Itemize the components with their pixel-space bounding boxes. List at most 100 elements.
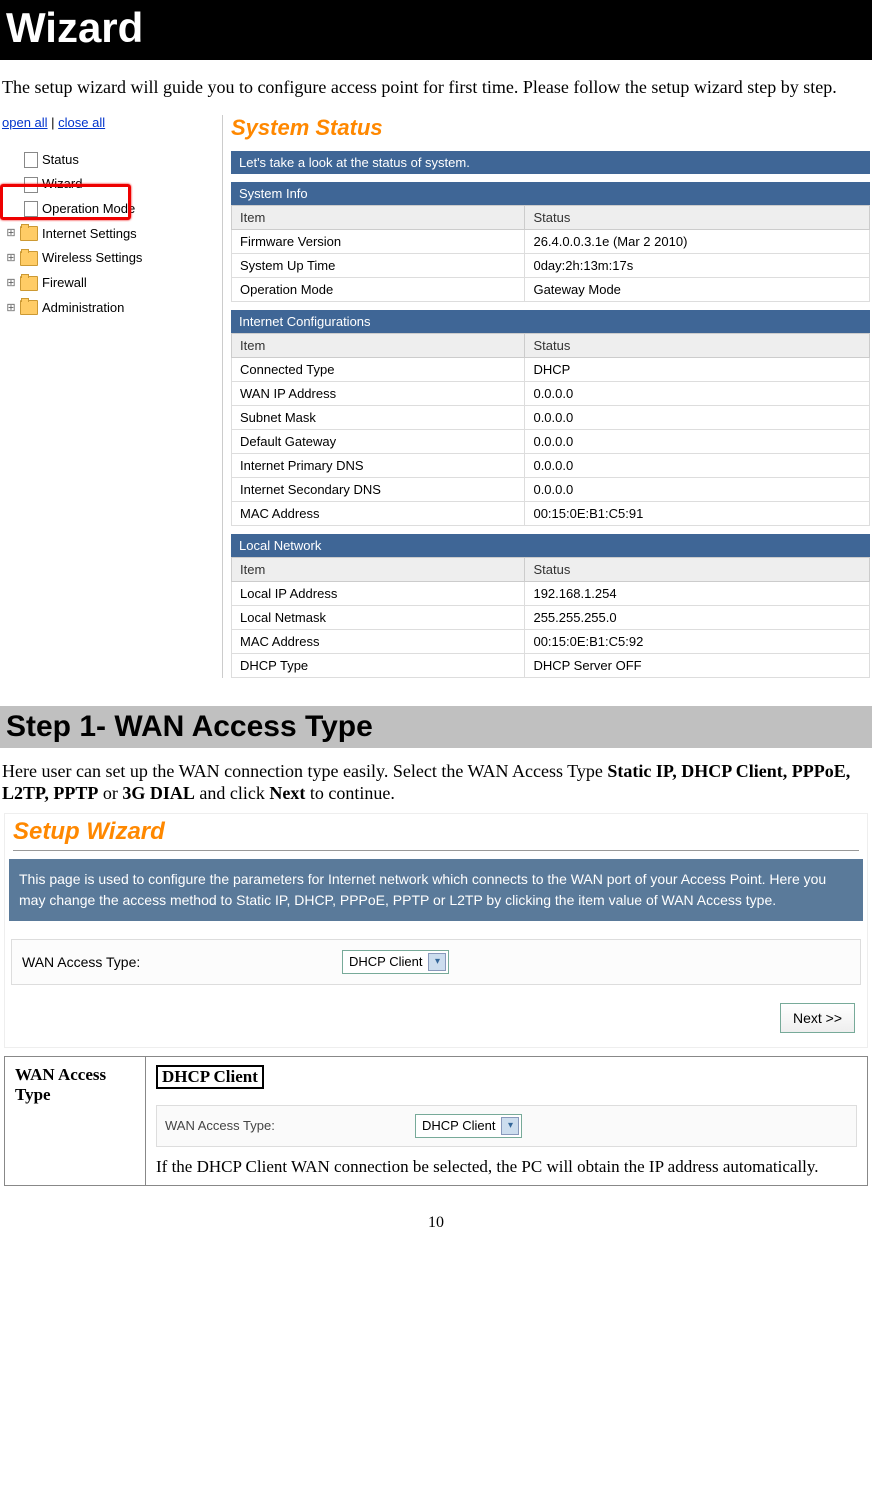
tree-firewall[interactable]: Firewall: [42, 271, 87, 296]
cell: DHCP Server OFF: [525, 653, 870, 677]
definition-table: WAN Access Type DHCP Client WAN Access T…: [4, 1056, 868, 1186]
table-row: Firmware Version26.4.0.0.3.1e (Mar 2 201…: [232, 229, 870, 253]
wizard-banner: This page is used to configure the param…: [9, 859, 863, 921]
folder-icon: [20, 276, 38, 291]
expand-icon[interactable]: ⊞: [2, 298, 20, 319]
expand-icon[interactable]: ⊞: [2, 273, 20, 294]
def-left: WAN Access Type: [5, 1056, 146, 1185]
def-inner-form: WAN Access Type: DHCP Client▾: [156, 1105, 857, 1147]
cell: 0.0.0.0: [525, 405, 870, 429]
wan-access-row: WAN Access Type: DHCP Client▾: [11, 939, 861, 985]
cell: 192.168.1.254: [525, 581, 870, 605]
close-all-link[interactable]: close all: [58, 115, 105, 130]
col-header: Status: [525, 557, 870, 581]
cell: 255.255.255.0: [525, 605, 870, 629]
cell: Local Netmask: [232, 605, 525, 629]
table-row: System Up Time0day:2h:13m:17s: [232, 253, 870, 277]
def-form-select[interactable]: DHCP Client▾: [415, 1114, 522, 1138]
status-table: ItemStatusConnected TypeDHCPWAN IP Addre…: [231, 333, 870, 526]
wan-select[interactable]: DHCP Client▾: [342, 950, 449, 974]
page-icon: [24, 177, 38, 193]
tree-admin[interactable]: Administration: [42, 296, 124, 321]
folder-icon: [20, 251, 38, 266]
page-icon: [24, 152, 38, 168]
status-sub: Let's take a look at the status of syste…: [231, 151, 870, 174]
cell: MAC Address: [232, 501, 525, 525]
section-header: Local Network: [231, 534, 870, 557]
cell: Subnet Mask: [232, 405, 525, 429]
cell: DHCP: [525, 357, 870, 381]
table-row: MAC Address00:15:0E:B1:C5:91: [232, 501, 870, 525]
col-header: Item: [232, 205, 525, 229]
tree-links: open all | close all: [2, 115, 212, 130]
cell: 26.4.0.0.3.1e (Mar 2 2010): [525, 229, 870, 253]
wizard-title: Setup Wizard: [13, 818, 859, 846]
expand-icon[interactable]: ⊞: [2, 223, 20, 244]
cell: WAN IP Address: [232, 381, 525, 405]
cell: Internet Secondary DNS: [232, 477, 525, 501]
section-header: System Info: [231, 182, 870, 205]
table-row: DHCP TypeDHCP Server OFF: [232, 653, 870, 677]
cell: Default Gateway: [232, 429, 525, 453]
tree-opmode[interactable]: Operation Mode: [42, 197, 135, 222]
cell: 0.0.0.0: [525, 429, 870, 453]
cell: MAC Address: [232, 629, 525, 653]
cell: Gateway Mode: [525, 277, 870, 301]
intro-text: The setup wizard will guide you to confi…: [0, 60, 872, 109]
col-header: Status: [525, 333, 870, 357]
page-title: Wizard: [0, 0, 872, 60]
divider: [13, 850, 859, 851]
table-row: Default Gateway0.0.0.0: [232, 429, 870, 453]
cell: Connected Type: [232, 357, 525, 381]
cell: 00:15:0E:B1:C5:92: [525, 629, 870, 653]
status-title: System Status: [231, 115, 870, 141]
def-boxed: DHCP Client: [156, 1065, 264, 1089]
table-row: Operation ModeGateway Mode: [232, 277, 870, 301]
col-header: Item: [232, 333, 525, 357]
section-header: Internet Configurations: [231, 310, 870, 333]
cell: 0.0.0.0: [525, 381, 870, 405]
cell: Internet Primary DNS: [232, 453, 525, 477]
step1-heading: Step 1- WAN Access Type: [0, 706, 872, 748]
def-right: DHCP Client WAN Access Type: DHCP Client…: [146, 1056, 868, 1185]
cell: DHCP Type: [232, 653, 525, 677]
cell: Operation Mode: [232, 277, 525, 301]
table-row: Internet Secondary DNS0.0.0.0: [232, 477, 870, 501]
tree-status[interactable]: Status: [42, 148, 79, 173]
page-number: 10: [0, 1214, 872, 1232]
cell: 0.0.0.0: [525, 477, 870, 501]
screenshot-setup-wizard: Setup Wizard This page is used to config…: [4, 813, 868, 1048]
col-header: Status: [525, 205, 870, 229]
tree-wizard[interactable]: Wizard: [42, 172, 82, 197]
status-table: ItemStatusFirmware Version26.4.0.0.3.1e …: [231, 205, 870, 302]
screenshot-system-status: open all | close all Status Wizard Opera…: [2, 115, 870, 678]
wan-label: WAN Access Type:: [22, 954, 342, 970]
expand-icon[interactable]: ⊞: [2, 248, 20, 269]
cell: Firmware Version: [232, 229, 525, 253]
tree-wireless[interactable]: Wireless Settings: [42, 246, 142, 271]
table-row: Local Netmask255.255.255.0: [232, 605, 870, 629]
tree-internet[interactable]: Internet Settings: [42, 222, 137, 247]
status-table: ItemStatusLocal IP Address192.168.1.254L…: [231, 557, 870, 678]
step1-intro: Here user can set up the WAN connection …: [0, 760, 872, 813]
table-row: Internet Primary DNS0.0.0.0: [232, 453, 870, 477]
table-row: WAN IP Address0.0.0.0: [232, 381, 870, 405]
table-row: Local IP Address192.168.1.254: [232, 581, 870, 605]
table-row: Subnet Mask0.0.0.0: [232, 405, 870, 429]
cell: System Up Time: [232, 253, 525, 277]
def-form-label: WAN Access Type:: [165, 1118, 415, 1133]
folder-icon: [20, 300, 38, 315]
cell: Local IP Address: [232, 581, 525, 605]
cell: 0day:2h:13m:17s: [525, 253, 870, 277]
cell: 0.0.0.0: [525, 453, 870, 477]
chevron-down-icon: ▾: [428, 953, 446, 971]
nav-tree: Status Wizard Operation Mode ⊞ Internet S…: [2, 148, 212, 321]
next-button[interactable]: Next >>: [780, 1003, 855, 1033]
page-icon: [24, 201, 38, 217]
open-all-link[interactable]: open all: [2, 115, 48, 130]
chevron-down-icon: ▾: [501, 1117, 519, 1135]
cell: 00:15:0E:B1:C5:91: [525, 501, 870, 525]
table-row: Connected TypeDHCP: [232, 357, 870, 381]
table-row: MAC Address00:15:0E:B1:C5:92: [232, 629, 870, 653]
folder-icon: [20, 226, 38, 241]
